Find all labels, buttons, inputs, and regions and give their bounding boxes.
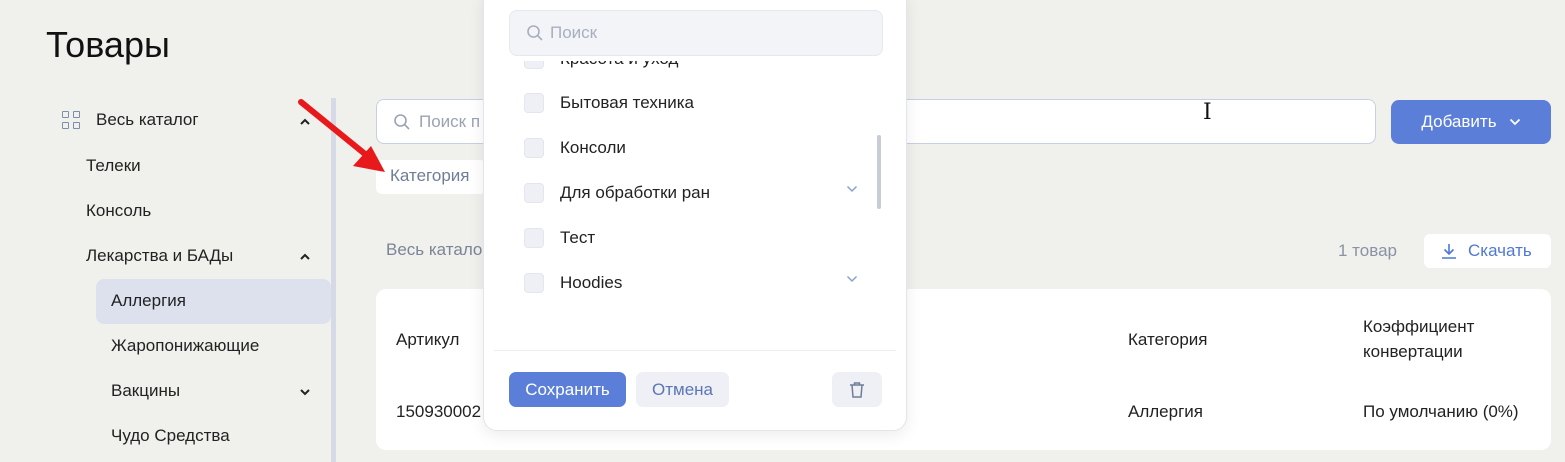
dropdown-list: Красота и уход Бытовая техника Консоли Д… — [484, 61, 884, 341]
column-header-category[interactable]: Категория — [1128, 327, 1207, 352]
cancel-button[interactable]: Отмена — [636, 372, 729, 407]
chevron-down-icon[interactable] — [298, 385, 312, 399]
column-header-conversion-line2: конвертации — [1363, 342, 1463, 361]
dropdown-item[interactable]: Красота и уход — [524, 61, 864, 69]
breadcrumb[interactable]: Весь катало — [386, 240, 482, 260]
dropdown-item[interactable]: Консоли — [524, 138, 864, 158]
sidebar-item-antipyretic[interactable]: Жаропонижающие — [111, 336, 259, 356]
dropdown-item-label: Hoodies — [560, 273, 623, 292]
sidebar-item-teleki[interactable]: Телеки — [86, 156, 141, 176]
search-icon — [394, 113, 410, 130]
sidebar-item-vaccines[interactable]: Вакцины — [111, 381, 180, 401]
annotation-arrow-icon — [298, 99, 385, 172]
divider — [494, 350, 896, 351]
chevron-up-icon[interactable] — [298, 250, 312, 264]
sidebar-item-miracle[interactable]: Чудо Средства — [111, 426, 230, 446]
column-header-conversion[interactable]: Коэффициент конвертации — [1363, 314, 1474, 364]
page-title: Товары — [46, 24, 170, 65]
sidebar-item-medicines[interactable]: Лекарства и БАДы — [86, 246, 233, 266]
item-count: 1 товар — [1338, 241, 1397, 260]
delete-button[interactable] — [832, 372, 882, 407]
download-icon — [1442, 244, 1456, 259]
checkbox[interactable] — [524, 228, 544, 248]
chevron-down-icon[interactable] — [846, 275, 858, 283]
download-label: Скачать — [1468, 241, 1532, 260]
category-dropdown: Поиск Красота и уход Бытовая техника Кон… — [483, 0, 907, 431]
dropdown-search-placeholder: Поиск — [550, 23, 598, 42]
download-button[interactable]: Скачать — [1424, 234, 1551, 268]
dropdown-item-label: Для обработки ран — [560, 183, 711, 202]
dropdown-item-label: Красота и уход — [560, 61, 678, 69]
dropdown-item[interactable]: Тест — [524, 228, 864, 248]
column-header-conversion-line1: Коэффициент — [1363, 317, 1475, 336]
cell-category: Аллергия — [1128, 402, 1203, 421]
dropdown-item[interactable]: Бытовая техника — [524, 93, 864, 113]
dropdown-scrollbar[interactable] — [877, 135, 881, 209]
add-button-label: Добавить — [1421, 112, 1497, 131]
chevron-down-icon[interactable] — [846, 185, 858, 193]
checkbox[interactable] — [524, 93, 544, 113]
search-placeholder: Поиск п — [419, 111, 481, 131]
checkbox[interactable] — [524, 61, 544, 69]
text-cursor-icon: I — [1203, 100, 1212, 125]
checkbox[interactable] — [524, 273, 544, 293]
sidebar-item-allergy[interactable]: Аллергия — [111, 291, 186, 311]
trash-icon — [850, 381, 864, 398]
grid-icon — [62, 111, 80, 129]
checkbox[interactable] — [524, 183, 544, 203]
dropdown-item-label: Тест — [560, 228, 596, 247]
chevron-down-icon — [1509, 118, 1520, 126]
sidebar-item-console[interactable]: Консоль — [86, 201, 151, 221]
save-button[interactable]: Сохранить — [509, 372, 626, 407]
checkbox[interactable] — [524, 138, 544, 158]
cell-sku: 150930002 — [396, 402, 482, 421]
column-header-sku[interactable]: Артикул — [396, 327, 459, 352]
dropdown-item-label: Консоли — [560, 138, 626, 157]
search-icon — [527, 25, 543, 41]
sidebar-item-label: Весь каталог — [96, 110, 199, 129]
dropdown-search-input[interactable]: Поиск — [509, 10, 883, 56]
cell-conversion: По умолчанию (0%) — [1363, 402, 1519, 421]
add-button[interactable]: Добавить — [1391, 100, 1551, 144]
sidebar-item-catalog[interactable]: Весь каталог — [62, 110, 199, 130]
dropdown-item-label: Бытовая техника — [560, 93, 694, 112]
dropdown-item[interactable]: Hoodies — [524, 273, 864, 293]
dropdown-item[interactable]: Для обработки ран — [524, 183, 864, 203]
